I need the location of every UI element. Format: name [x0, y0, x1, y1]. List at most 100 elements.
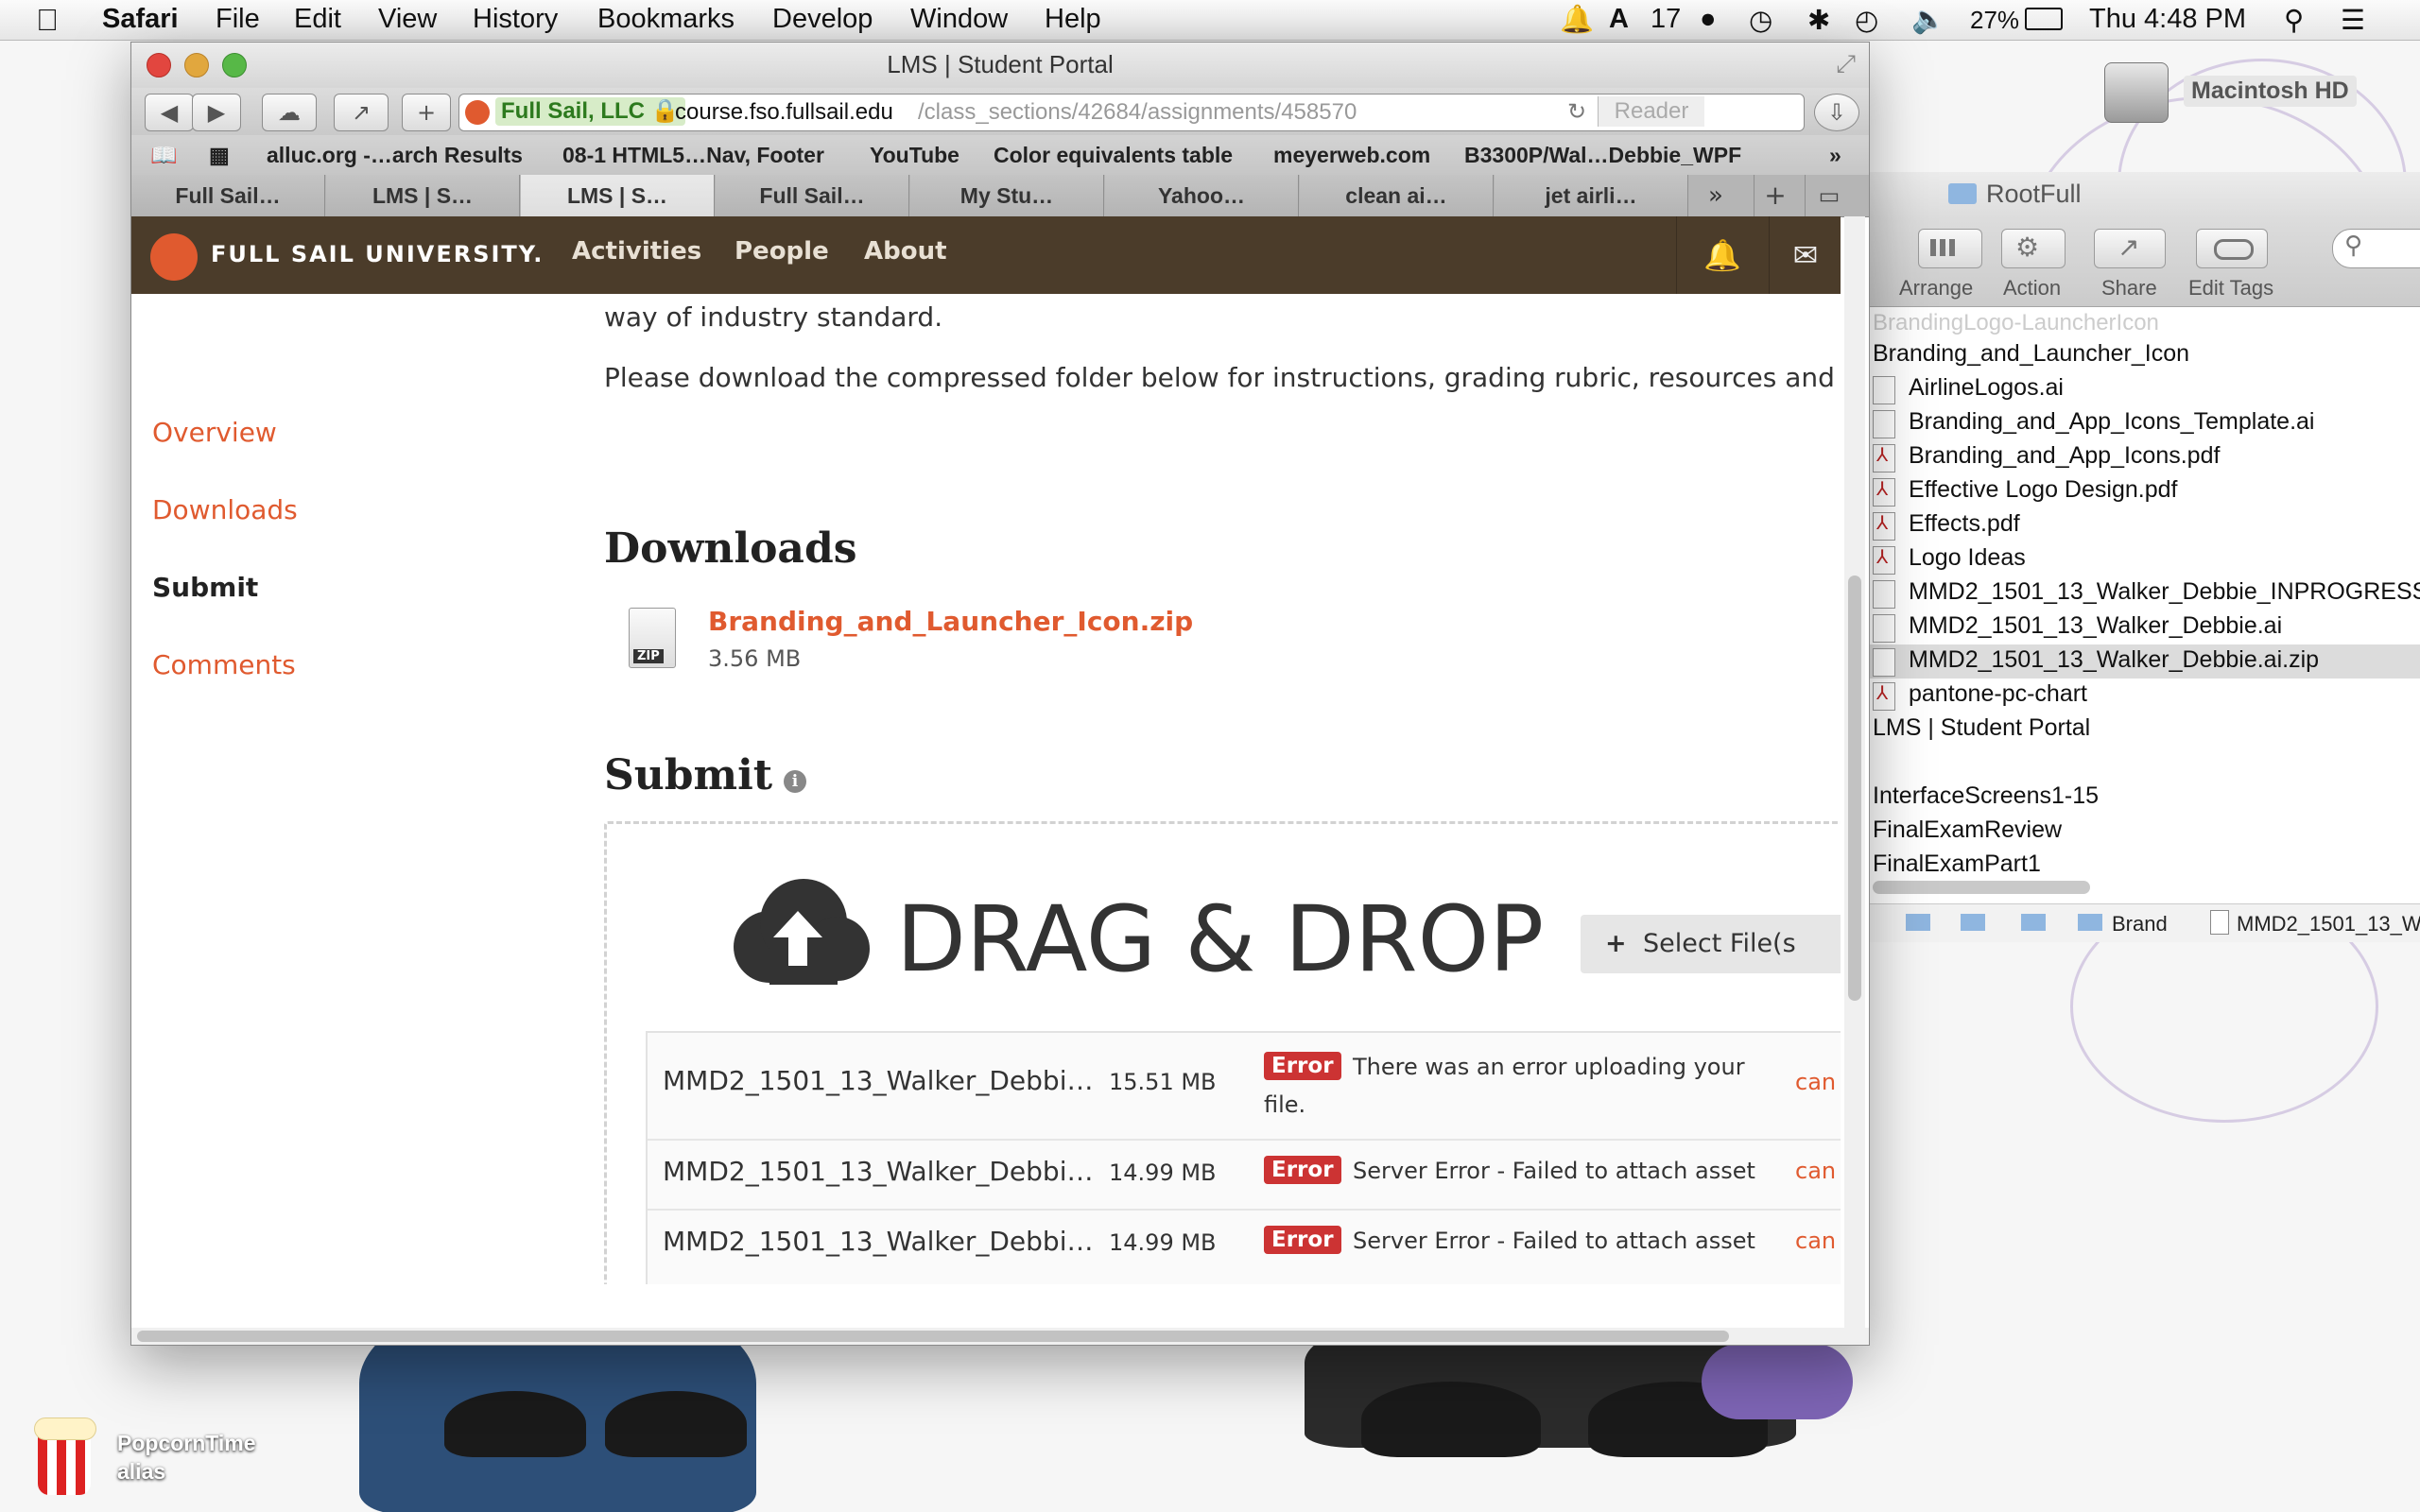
bookmark-alluc[interactable]: alluc.org -…arch Results — [267, 143, 523, 168]
path-item-brand[interactable]: Brand — [2112, 912, 2168, 936]
new-tab-plus-button[interactable]: + — [402, 94, 451, 131]
horizontal-scrollbar[interactable] — [131, 1328, 1869, 1345]
browser-tab[interactable]: Yahoo… — [1105, 175, 1299, 216]
nav-activities[interactable]: Activities — [572, 237, 701, 266]
time-machine-icon[interactable]: ◷ — [1749, 4, 1772, 37]
finder-folder-row[interactable] — [1869, 747, 2420, 781]
cancel-link[interactable]: can — [1795, 1228, 1836, 1254]
browser-tab[interactable]: jet airli… — [1495, 175, 1688, 216]
finder-scrollbar[interactable] — [1873, 881, 2090, 894]
finder-file-row[interactable]: Branding_and_App_Icons_Template.ai — [1869, 406, 2420, 440]
info-icon[interactable]: i — [784, 770, 806, 793]
finder-file-row[interactable]: Logo Ideas — [1869, 542, 2420, 576]
show-all-tabs-icon[interactable]: ▭ — [1805, 175, 1853, 216]
new-tab-icon[interactable]: + — [1754, 175, 1796, 216]
nav-about[interactable]: About — [864, 237, 947, 266]
adobe-icon[interactable]: A — [1609, 4, 1629, 35]
full-sail-wordmark[interactable]: FULL SAIL UNIVERSITY. — [211, 241, 544, 267]
wifi-icon[interactable]: ◴ — [1855, 4, 1878, 37]
reader-button[interactable]: Reader — [1598, 96, 1704, 127]
menu-app-safari[interactable]: Safari — [102, 4, 179, 35]
menu-history[interactable]: History — [473, 4, 558, 35]
search-field[interactable]: ⚲ — [2332, 229, 2420, 268]
tabs-overflow-icon[interactable]: » — [1697, 175, 1735, 216]
menu-edit[interactable]: Edit — [294, 4, 341, 35]
finder-file-row[interactable]: MMD2_1501_13_Walker_Debbie.ai.zip — [1869, 644, 2420, 679]
bookmark-b3300p[interactable]: B3300P/Wal…Debbie_WPF — [1464, 143, 1741, 168]
sidenav-downloads[interactable]: Downloads — [152, 494, 298, 525]
volume-icon[interactable]: 🔈 — [1911, 4, 1945, 36]
finder-folder-row[interactable]: InterfaceScreens1-15 — [1869, 781, 2420, 815]
finder-file-row[interactable]: Branding_and_App_Icons.pdf — [1869, 440, 2420, 474]
finder-file-row[interactable]: AirlineLogos.ai — [1869, 372, 2420, 406]
bluetooth-icon[interactable]: ✱ — [1807, 4, 1830, 37]
cancel-link[interactable]: can — [1795, 1069, 1836, 1095]
menu-bookmarks[interactable]: Bookmarks — [597, 4, 735, 35]
apple-menu-icon[interactable]:  — [36, 3, 59, 38]
icloud-tabs-button[interactable]: ☁ — [262, 94, 317, 131]
finder-folder-row[interactable]: Branding_and_Launcher_Icon — [1869, 338, 2420, 372]
bookmark-meyerweb[interactable]: meyerweb.com — [1273, 143, 1430, 168]
arrange-button[interactable] — [1918, 229, 1982, 268]
notification-center-icon[interactable]: ☰ — [2341, 4, 2365, 37]
path-item-file[interactable]: MMD2_1501_13_W — [2237, 912, 2420, 936]
battery-icon[interactable] — [2025, 8, 2063, 30]
browser-tab[interactable]: clean ai… — [1300, 175, 1494, 216]
finder-file-row[interactable]: Effects.pdf — [1869, 508, 2420, 542]
bookmark-youtube[interactable]: YouTube — [870, 143, 959, 168]
browser-tab[interactable]: My Stu… — [910, 175, 1104, 216]
vertical-scrollbar[interactable] — [1844, 216, 1865, 1328]
downloads-button[interactable]: ⇩ — [1814, 94, 1859, 131]
upload-filesize: 14.99 MB — [1109, 1160, 1217, 1186]
menu-window[interactable]: Window — [910, 4, 1008, 35]
forward-button[interactable]: ▶ — [192, 94, 241, 131]
finder-folder-row[interactable]: LMS | Student Portal — [1869, 713, 2420, 747]
action-button[interactable]: ⚙ — [2001, 229, 2066, 268]
horizontal-scroll-thumb[interactable] — [137, 1331, 1729, 1342]
menu-develop[interactable]: Develop — [772, 4, 873, 35]
vertical-scroll-thumb[interactable] — [1848, 576, 1861, 1001]
macintosh-hd-drive[interactable]: Macintosh HD — [2104, 62, 2407, 129]
finder-folder-row[interactable]: FinalExamReview — [1869, 815, 2420, 849]
sidenav-comments[interactable]: Comments — [152, 649, 296, 680]
fullscreen-icon[interactable]: ⤢ — [1836, 50, 1856, 79]
finder-file-row[interactable]: pantone-pc-chart — [1869, 679, 2420, 713]
finder-folder-row[interactable]: FinalExamPart1 — [1869, 849, 2420, 883]
select-files-label: Select File(s — [1643, 929, 1796, 958]
back-button[interactable]: ◀ — [145, 94, 194, 131]
share-button[interactable]: ↗ — [2094, 229, 2166, 268]
share-button[interactable]: ↗ — [334, 94, 389, 131]
browser-tab[interactable]: Full Sail… — [131, 175, 325, 216]
select-files-button[interactable]: + Select File(s — [1581, 915, 1841, 973]
browser-tab[interactable]: LMS | S… — [521, 175, 715, 216]
notification-bell-icon[interactable]: 🔔 — [1560, 4, 1594, 36]
download-file-link[interactable]: Branding_and_Launcher_Icon.zip — [708, 606, 1193, 637]
sidenav-submit[interactable]: Submit — [152, 572, 258, 603]
browser-tab[interactable]: LMS | S… — [326, 175, 520, 216]
browser-tab[interactable]: Full Sail… — [716, 175, 909, 216]
nav-people[interactable]: People — [735, 237, 829, 266]
full-sail-logo-icon[interactable] — [150, 233, 198, 281]
notifications-bell-icon[interactable]: 🔔 — [1676, 216, 1768, 294]
menu-file[interactable]: File — [216, 4, 260, 35]
bookmark-html5-nav[interactable]: 08-1 HTML5…Nav, Footer — [562, 143, 824, 168]
messages-envelope-icon[interactable]: ✉ — [1769, 216, 1841, 294]
top-sites-grid-icon[interactable]: ▦ — [209, 143, 230, 168]
evernote-icon[interactable]: ● — [1700, 4, 1717, 35]
finder-file-row[interactable]: MMD2_1501_13_Walker_Debbie.ai — [1869, 610, 2420, 644]
menu-help[interactable]: Help — [1045, 4, 1101, 35]
spotlight-search-icon[interactable]: ⚲ — [2284, 4, 2304, 37]
reload-icon[interactable]: ↻ — [1567, 94, 1586, 130]
menu-view[interactable]: View — [378, 4, 437, 35]
cancel-link[interactable]: can — [1795, 1158, 1836, 1184]
finder-file-row[interactable]: MMD2_1501_13_Walker_Debbie_INPROGRESS.ai — [1869, 576, 2420, 610]
clock[interactable]: Thu 4:48 PM — [2089, 4, 2246, 35]
bookmark-color-equivalents[interactable]: Color equivalents table — [994, 143, 1233, 168]
zip-file-icon[interactable]: ZIP — [629, 608, 676, 668]
edit-tags-button[interactable] — [2196, 229, 2268, 268]
reading-list-icon[interactable]: 📖 — [150, 143, 178, 168]
bookmarks-overflow-icon[interactable]: » — [1829, 143, 1841, 168]
finder-file-row[interactable]: Effective Logo Design.pdf — [1869, 474, 2420, 508]
address-bar[interactable]: Full Sail, LLC 🔒 course.fso.fullsail.edu… — [458, 94, 1805, 131]
sidenav-overview[interactable]: Overview — [152, 417, 277, 448]
